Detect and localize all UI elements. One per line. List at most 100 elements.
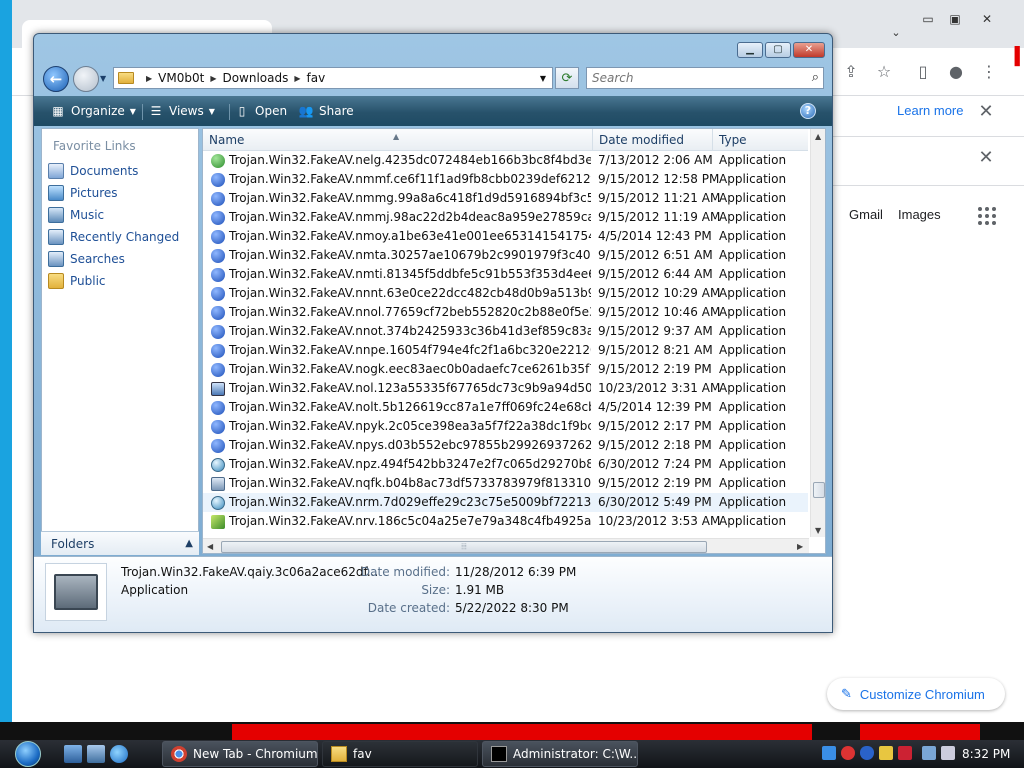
file-name-cell[interactable]: Trojan.Win32.FakeAV.nogk.eec83aec0b0adae…: [211, 360, 591, 379]
volume-icon[interactable]: [941, 746, 955, 760]
profile-avatar-icon[interactable]: ●: [945, 60, 967, 82]
tray-app-icon[interactable]: [879, 746, 893, 760]
side-panel-icon[interactable]: ▯: [912, 60, 934, 82]
explorer-titlebar[interactable]: ▁ ▢ ✕: [34, 34, 832, 62]
learn-more-link[interactable]: Learn more: [897, 103, 963, 118]
recent-pages-dropdown-icon[interactable]: ▼: [100, 74, 106, 83]
back-button[interactable]: ←: [43, 66, 69, 92]
chevron-right-icon[interactable]: ▶: [210, 74, 216, 83]
refresh-button[interactable]: ⟳: [555, 67, 579, 89]
file-name-cell[interactable]: Trojan.Win32.FakeAV.nmmg.99a8a6c418f1d9d…: [211, 189, 591, 208]
file-row[interactable]: Trojan.Win32.FakeAV.nogk.eec83aec0b0adae…: [203, 360, 808, 379]
file-row[interactable]: Trojan.Win32.FakeAV.nqfk.b04b8ac73df5733…: [203, 474, 808, 493]
chevron-right-icon[interactable]: ▶: [294, 74, 300, 83]
file-row[interactable]: Trojan.Win32.FakeAV.npyk.2c05ce398ea3a5f…: [203, 417, 808, 436]
scroll-up-icon[interactable]: ▲: [815, 132, 821, 141]
search-box[interactable]: ⌕: [586, 67, 824, 89]
favorite-searches[interactable]: Searches: [48, 249, 125, 269]
share-button[interactable]: 👥 Share: [298, 96, 354, 126]
close-icon[interactable]: ✕: [976, 148, 996, 168]
bookmark-star-icon[interactable]: ☆: [873, 60, 895, 82]
scroll-left-icon[interactable]: ◀: [207, 542, 213, 551]
file-name-cell[interactable]: Trojan.Win32.FakeAV.nqfk.b04b8ac73df5733…: [211, 474, 591, 493]
file-name-cell[interactable]: Trojan.Win32.FakeAV.nmoy.a1be63e41e001ee…: [211, 227, 591, 246]
file-name-cell[interactable]: Trojan.Win32.FakeAV.nol.123a55335f67765d…: [211, 379, 591, 398]
file-row[interactable]: Trojan.Win32.FakeAV.npys.d03b552ebc97855…: [203, 436, 808, 455]
organize-button[interactable]: ▦ Organize ▼: [50, 96, 136, 126]
column-header-name[interactable]: Name ▲: [203, 129, 593, 151]
minimize-button[interactable]: ▁: [737, 42, 763, 58]
shield-icon[interactable]: [860, 746, 874, 760]
breadcrumb-item[interactable]: VM0b0t: [158, 71, 204, 85]
file-row[interactable]: Trojan.Win32.FakeAV.nol.123a55335f67765d…: [203, 379, 808, 398]
file-row[interactable]: Trojan.Win32.FakeAV.nmmj.98ac22d2b4deac8…: [203, 208, 808, 227]
images-link[interactable]: Images: [898, 207, 941, 222]
chromium-maximize-button[interactable]: ▣: [942, 10, 968, 28]
file-row[interactable]: Trojan.Win32.FakeAV.nolt.5b126619cc87a1e…: [203, 398, 808, 417]
taskbar-explorer[interactable]: fav: [322, 741, 478, 767]
file-name-cell[interactable]: Trojan.Win32.FakeAV.nolt.5b126619cc87a1e…: [211, 398, 591, 417]
tab-search-icon[interactable]: ⌄: [883, 24, 909, 42]
favorite-pictures[interactable]: Pictures: [48, 183, 118, 203]
favorite-public[interactable]: Public: [48, 271, 106, 291]
file-name-cell[interactable]: Trojan.Win32.FakeAV.nmta.30257ae10679b2c…: [211, 246, 591, 265]
scrollbar-thumb[interactable]: [813, 482, 825, 498]
scroll-right-icon[interactable]: ▶: [797, 542, 803, 551]
system-clock[interactable]: 8:32 PM: [962, 740, 1010, 768]
horizontal-scrollbar[interactable]: ◀ ⦙⦙⦙ ▶: [203, 538, 809, 553]
taskbar-chromium[interactable]: New Tab - Chromium: [162, 741, 318, 767]
file-name-cell[interactable]: Trojan.Win32.FakeAV.nnnt.63e0ce22dcc482c…: [211, 284, 591, 303]
switch-windows-icon[interactable]: [87, 745, 105, 763]
file-name-cell[interactable]: Trojan.Win32.FakeAV.nmmj.98ac22d2b4deac8…: [211, 208, 591, 227]
search-input[interactable]: [592, 71, 792, 85]
menu-icon[interactable]: ⋮: [978, 60, 1000, 82]
chromium-close-button[interactable]: ✕: [974, 10, 1000, 28]
chevron-right-icon[interactable]: ▶: [146, 74, 152, 83]
file-row[interactable]: Trojan.Win32.FakeAV.nnpe.16054f794e4fc2f…: [203, 341, 808, 360]
file-row[interactable]: Trojan.Win32.FakeAV.nnnt.63e0ce22dcc482c…: [203, 284, 808, 303]
taskbar-cmd[interactable]: Administrator: C:\W...: [482, 741, 638, 767]
file-name-cell[interactable]: Trojan.Win32.FakeAV.nelg.4235dc072484eb1…: [211, 151, 591, 170]
gmail-link[interactable]: Gmail: [849, 207, 883, 222]
views-button[interactable]: ☰ Views ▼: [148, 96, 215, 126]
column-header-type[interactable]: Type: [713, 129, 808, 151]
file-row[interactable]: Trojan.Win32.FakeAV.nrv.186c5c04a25e7e79…: [203, 512, 808, 531]
start-button[interactable]: [8, 740, 48, 768]
favorite-recently-changed[interactable]: Recently Changed: [48, 227, 179, 247]
file-name-cell[interactable]: Trojan.Win32.FakeAV.nmmf.ce6f11f1ad9fb8c…: [211, 170, 591, 189]
file-name-cell[interactable]: Trojan.Win32.FakeAV.npz.494f542bb3247e2f…: [211, 455, 591, 474]
breadcrumb-item[interactable]: Downloads: [222, 71, 288, 85]
file-row[interactable]: Trojan.Win32.FakeAV.npz.494f542bb3247e2f…: [203, 455, 808, 474]
file-row[interactable]: Trojan.Win32.FakeAV.nmta.30257ae10679b2c…: [203, 246, 808, 265]
chevron-down-icon[interactable]: ▼: [540, 74, 546, 83]
close-icon[interactable]: ✕: [976, 102, 996, 122]
scroll-down-icon[interactable]: ▼: [815, 526, 821, 535]
customize-chromium-button[interactable]: ✎ Customize Chromium: [827, 678, 1005, 710]
file-name-cell[interactable]: Trojan.Win32.FakeAV.nnot.374b2425933c36b…: [211, 322, 591, 341]
address-bar[interactable]: ▶ VM0b0t ▶ Downloads ▶ fav ▼: [113, 67, 553, 89]
tray-alert-icon[interactable]: [898, 746, 912, 760]
close-button[interactable]: ✕: [793, 42, 825, 58]
file-name-cell[interactable]: Trojan.Win32.FakeAV.npyk.2c05ce398ea3a5f…: [211, 417, 591, 436]
apps-icon[interactable]: [978, 207, 996, 225]
network-icon[interactable]: [922, 746, 936, 760]
file-row[interactable]: Trojan.Win32.FakeAV.nmmg.99a8a6c418f1d9d…: [203, 189, 808, 208]
column-header-date[interactable]: Date modified: [593, 129, 713, 151]
file-row[interactable]: Trojan.Win32.FakeAV.nnot.374b2425933c36b…: [203, 322, 808, 341]
folders-toggle[interactable]: Folders ▲: [41, 531, 199, 555]
file-row[interactable]: Trojan.Win32.FakeAV.nrm.7d029effe29c23c7…: [203, 493, 808, 512]
vertical-scrollbar[interactable]: ▲ ▼: [810, 129, 825, 537]
file-name-cell[interactable]: Trojan.Win32.FakeAV.nmti.81345f5ddbfe5c9…: [211, 265, 591, 284]
scrollbar-thumb[interactable]: ⦙⦙⦙: [221, 541, 707, 553]
favorite-documents[interactable]: Documents: [48, 161, 138, 181]
file-row[interactable]: Trojan.Win32.FakeAV.nmoy.a1be63e41e001ee…: [203, 227, 808, 246]
maximize-button[interactable]: ▢: [765, 42, 791, 58]
help-icon[interactable]: ?: [800, 103, 816, 119]
file-name-cell[interactable]: Trojan.Win32.FakeAV.nrm.7d029effe29c23c7…: [211, 493, 591, 512]
file-name-cell[interactable]: Trojan.Win32.FakeAV.nnol.77659cf72beb552…: [211, 303, 591, 322]
share-icon[interactable]: ⇪: [840, 60, 862, 82]
forward-button[interactable]: [73, 66, 99, 92]
security-alert-icon[interactable]: [841, 746, 855, 760]
chromium-minimize-button[interactable]: ▭: [915, 10, 941, 28]
file-name-cell[interactable]: Trojan.Win32.FakeAV.nrv.186c5c04a25e7e79…: [211, 512, 591, 531]
